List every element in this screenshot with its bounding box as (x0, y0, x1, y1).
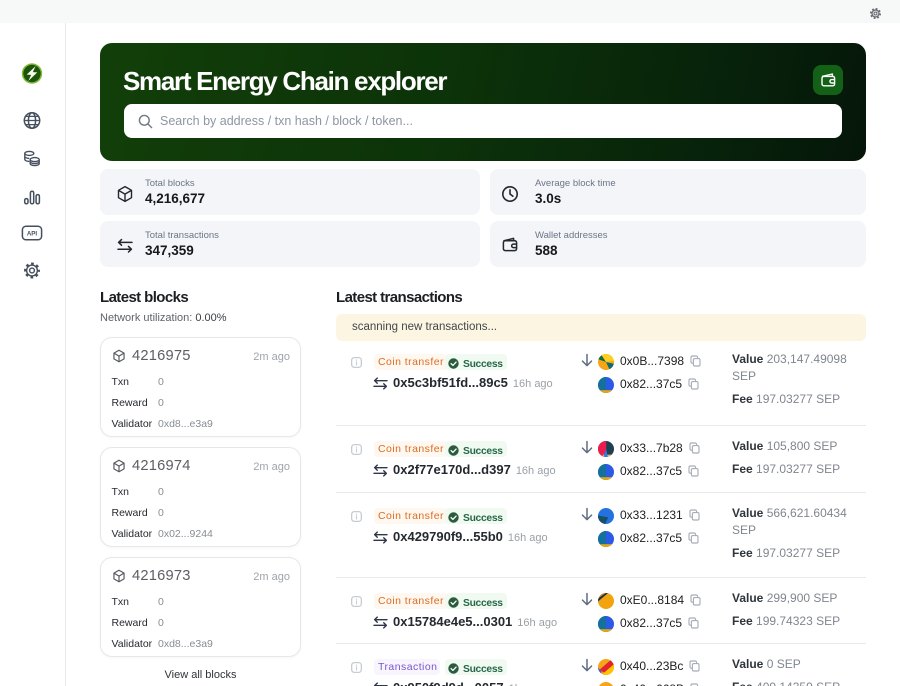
svg-text:API: API (26, 231, 37, 238)
